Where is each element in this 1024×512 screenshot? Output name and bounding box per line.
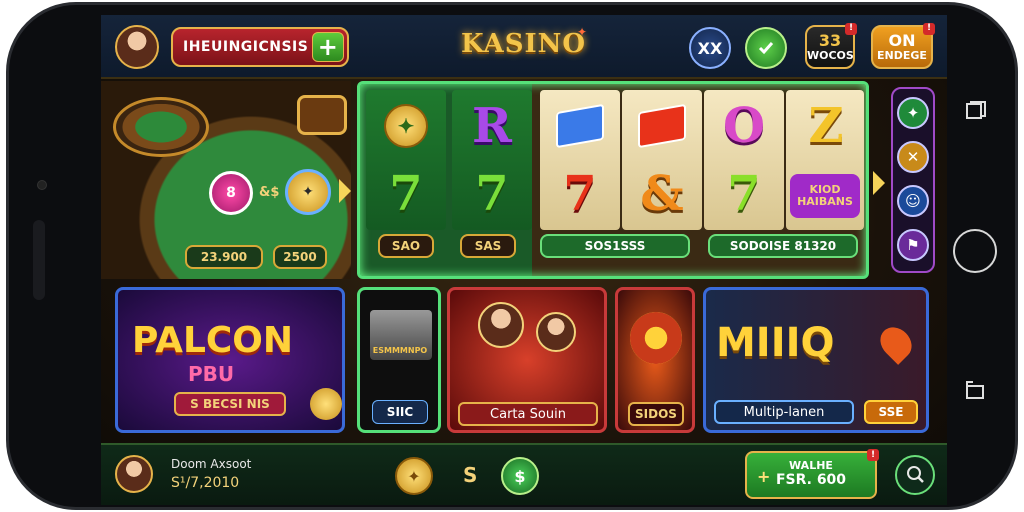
card-4-pill[interactable]: SIDOS (628, 402, 684, 426)
game-card-slot-machine[interactable]: ESMMMNPO SIIC (357, 287, 441, 433)
badge-a-top: 33 (818, 31, 842, 50)
close-icon[interactable]: ✕ (897, 141, 929, 173)
blue-card-icon (556, 103, 604, 149)
card-5-pill[interactable]: Multip-lanen (714, 400, 854, 424)
game-card-multiplayer[interactable]: MIIIQ Multip-lanen SSE (703, 287, 929, 433)
card-1-subtitle: PBU (188, 362, 235, 386)
balance-pill[interactable]: IHEUINGICNSIS + (171, 27, 349, 67)
wallet-plus-icon: + (757, 467, 771, 486)
reel-4-bottom: & (640, 166, 684, 222)
badge-b-bottom: ENDEGE (877, 48, 927, 62)
reel-5-bottom: 7 (727, 166, 761, 222)
bet-amount-right[interactable]: 2500 (273, 245, 327, 269)
fortune-wheel-icon (630, 312, 682, 364)
footer-avatar[interactable] (115, 455, 153, 493)
gold-coin-icon (310, 388, 342, 420)
game-screen: IHEUINGICNSIS + KASINO ✦ XX 33 WOCOS ! O… (101, 15, 947, 505)
reel-5: O 7 (704, 90, 784, 230)
green-check-icon[interactable] (745, 27, 787, 69)
coin-icon[interactable]: ✦ (395, 457, 433, 495)
slot-payout-left[interactable]: SOS1SSS (540, 234, 690, 258)
game-card-palcon[interactable]: PALCON PBU S BECSI NIS (115, 287, 345, 433)
back-icon[interactable] (953, 377, 997, 405)
card-2-title: ESMMMNPO (372, 346, 428, 355)
card-2-pill[interactable]: SIIC (372, 400, 428, 424)
reel-1-top: ✦ (366, 94, 446, 158)
badge-b-top: ON (888, 31, 916, 50)
reel-6: Z KIOD HAIBANS (786, 90, 864, 230)
reel-5-top: O (723, 98, 765, 154)
coin-icon: ✦ (384, 104, 428, 148)
reel-3-top (540, 94, 620, 158)
reel-1-bottom: 7 (389, 166, 423, 222)
home-button[interactable] (953, 229, 997, 273)
reel-3: 7 (540, 90, 620, 230)
reel-6-top: Z (808, 98, 844, 154)
footer-user-name: Doom Axsoot (171, 457, 252, 471)
slot-bet-left[interactable]: SAO (378, 234, 434, 258)
balance-text: IHEUINGICNSIS (183, 39, 309, 55)
search-icon[interactable] (895, 455, 935, 495)
chip-gold-icon[interactable]: ✦ (285, 169, 331, 215)
game-card-carta-souin[interactable]: Carta Souin (447, 287, 607, 433)
app-logo: KASINO (461, 29, 587, 59)
card-3-pill[interactable]: Carta Souin (458, 402, 598, 426)
notification-dot: ! (923, 23, 935, 35)
bottom-bar: Doom Axsoot S¹/7,2010 ✦ S $ WALHE FSR. 6… (101, 443, 947, 505)
bet-amount-left[interactable]: 23.900 (185, 245, 263, 269)
host-female-avatar (536, 312, 576, 352)
reel-4: & (622, 90, 702, 230)
host-male-avatar (478, 302, 524, 348)
android-navbar (953, 85, 997, 425)
reel-4-top (622, 94, 702, 158)
reel-2-top: R (472, 98, 512, 154)
game-card-wheel[interactable]: SIDOS (615, 287, 695, 433)
bonus-banner: KIOD HAIBANS (790, 174, 860, 218)
shop-badge-button[interactable]: ON ENDEGE ! (871, 23, 935, 69)
logo-spark-icon: ✦ (577, 25, 588, 39)
notification-dot: ! (845, 23, 857, 35)
footer-user-balance: S¹/7,2010 (171, 475, 240, 491)
chip-separator: &$ (259, 185, 280, 200)
reel-1: ✦ 7 (366, 90, 446, 230)
add-funds-button[interactable]: + (312, 32, 344, 62)
location-pin-icon (874, 321, 918, 365)
reel-2: R 7 (452, 90, 532, 230)
card-1-title: PALCON (132, 320, 294, 361)
next-arrow-icon[interactable] (339, 179, 351, 203)
chip-pink[interactable]: 8 (209, 171, 253, 215)
flag-icon[interactable]: ⚑ (897, 229, 929, 261)
card-5-title: MIIIQ (716, 320, 835, 366)
notification-dot: ! (867, 449, 879, 461)
badge-a-bottom: WOCOS (807, 48, 854, 62)
slot-machine-panel[interactable]: ✦ 7 R 7 SAO SAS 7 & O 7 Z KIOD HAIBANS S… (357, 81, 869, 279)
wallet-button[interactable]: WALHE FSR. 600 + ! (745, 449, 879, 499)
slot-payout-right[interactable]: SODOISE 81320 (708, 234, 858, 258)
slot-next-arrow-icon[interactable] (873, 171, 885, 195)
recents-icon[interactable] (953, 97, 997, 125)
red-card-icon (638, 103, 686, 149)
top-bar: IHEUINGICNSIS + KASINO ✦ XX 33 WOCOS ! O… (101, 15, 947, 79)
roulette-wheel-icon (113, 97, 209, 157)
table-game-panel[interactable]: 8 &$ ✦ 23.900 2500 (101, 81, 351, 279)
front-camera (37, 180, 47, 190)
x-icon-label: XX (697, 38, 723, 58)
x-icon[interactable]: XX (689, 27, 731, 69)
reel-3-bottom: 7 (563, 166, 597, 222)
rewards-badge-button[interactable]: 33 WOCOS ! (805, 23, 857, 69)
user-icon[interactable]: ☺ (897, 185, 929, 217)
speaker-grille (33, 220, 45, 300)
slot-bet-right[interactable]: SAS (460, 234, 516, 258)
right-action-rail: ✦ ✕ ☺ ⚑ (891, 87, 935, 273)
phone-frame: IHEUINGICNSIS + KASINO ✦ XX 33 WOCOS ! O… (6, 2, 1018, 510)
center-mark: S (463, 463, 478, 487)
dollar-icon[interactable]: $ (501, 457, 539, 495)
card-1-pill[interactable]: S BECSI NIS (174, 392, 286, 416)
player-avatar[interactable] (115, 25, 159, 69)
card-shoe-icon (297, 95, 347, 135)
reel-2-bottom: 7 (475, 166, 509, 222)
card-5-pill-right[interactable]: SSE (864, 400, 918, 424)
plus-star-icon[interactable]: ✦ (897, 97, 929, 129)
